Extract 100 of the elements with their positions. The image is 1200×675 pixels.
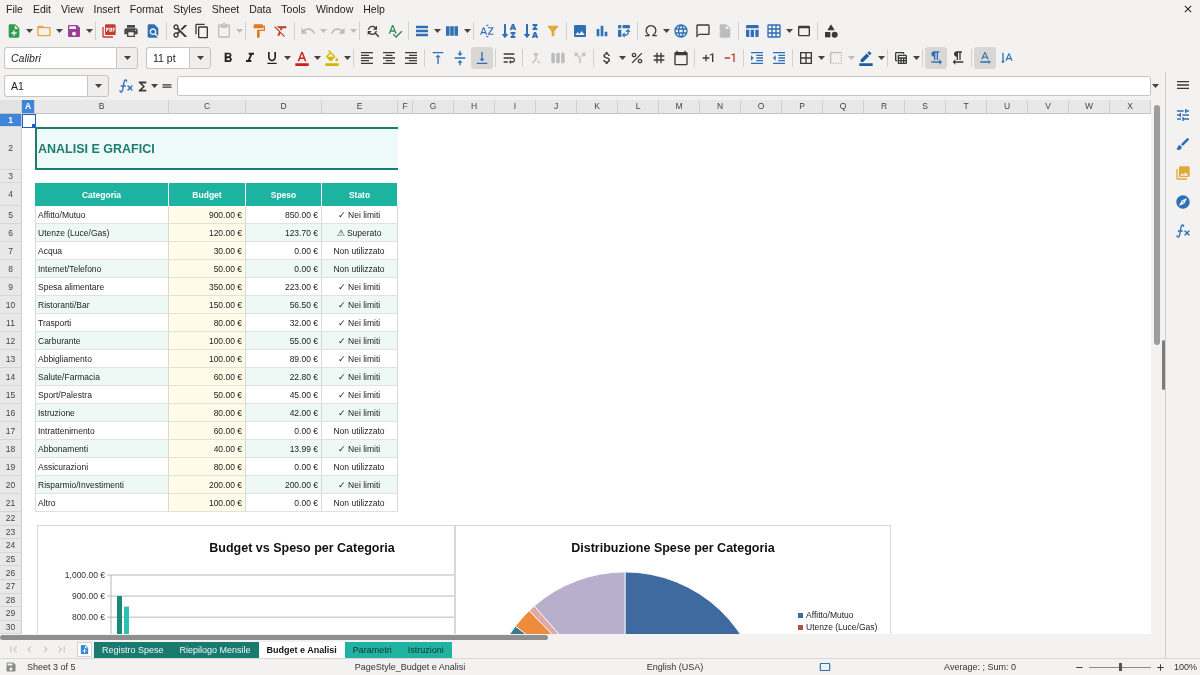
column-header[interactable]: B [35,100,169,114]
caret-icon[interactable] [433,29,441,33]
row-header[interactable]: 3 [0,170,22,183]
caret-icon[interactable] [662,29,670,33]
caret-icon[interactable] [618,56,626,60]
row-header[interactable]: 19 [0,458,22,476]
row-header[interactable]: 1 [0,114,22,127]
row-header[interactable]: 15 [0,386,22,404]
row-header[interactable]: 9 [0,278,22,296]
sheet-tab[interactable]: Budget e Analisi [258,641,345,658]
text-direction-button[interactable] [974,47,996,69]
menu-item[interactable]: File [1,2,28,16]
caret-icon[interactable] [313,56,321,60]
caret-icon[interactable] [283,56,291,60]
sheet-tab[interactable]: Istruzioni [399,641,452,658]
scrollbar-thumb[interactable] [1154,105,1160,345]
column-header[interactable]: N [700,100,741,114]
left-to-right-button[interactable] [925,47,947,69]
column-header[interactable]: R [864,100,905,114]
plus-icon[interactable] [1155,661,1166,673]
column-header[interactable]: L [618,100,659,114]
column-header[interactable]: M [659,100,700,114]
column-header[interactable]: S [905,100,946,114]
column-header[interactable]: I [495,100,536,114]
formula-input-field[interactable] [177,76,1151,96]
column-header[interactable]: C [169,100,246,114]
caret-icon[interactable] [343,56,351,60]
row-header[interactable]: 14 [0,368,22,386]
sheet-tab[interactable]: Parametri [344,641,400,658]
font-name-field[interactable]: Calibri [4,47,116,69]
menu-item[interactable]: Sheet [206,2,245,16]
menu-item[interactable]: Window [310,2,359,16]
sheet-tab[interactable]: Riepilogo Mensile [171,641,259,658]
column-header[interactable]: T [946,100,987,114]
caret-icon[interactable] [463,29,471,33]
column-header[interactable]: Q [823,100,864,114]
menu-item[interactable]: Help [358,2,390,16]
column-header[interactable]: D [246,100,322,114]
font-name-dropdown-button[interactable] [116,47,138,69]
caret-icon[interactable] [85,29,93,33]
caret-icon[interactable] [912,56,920,60]
caret-icon[interactable] [1151,84,1159,88]
row-header[interactable]: 2 [0,127,22,170]
caret-icon[interactable] [150,84,158,88]
column-header[interactable]: A [22,100,35,114]
table-cell: Trasporti [35,314,169,332]
menu-item[interactable]: Data [244,2,277,16]
row-header[interactable]: 4 [0,183,22,206]
column-header[interactable]: G [413,100,454,114]
row-header[interactable]: 17 [0,422,22,440]
add-sheet-button[interactable] [77,642,92,657]
column-header[interactable]: P [782,100,823,114]
column-header[interactable]: K [577,100,618,114]
column-header[interactable]: V [1028,100,1069,114]
scrollbar-thumb[interactable] [0,635,548,640]
align-bottom-button[interactable] [471,47,493,69]
menu-item[interactable]: View [56,2,89,16]
column-header[interactable]: W [1069,100,1110,114]
column-header[interactable]: E [322,100,398,114]
caret-icon[interactable] [785,29,793,33]
name-box-field[interactable]: A1 [4,75,87,97]
column-header[interactable]: J [536,100,577,114]
font-size-field[interactable]: 11 pt [146,47,189,69]
row-header[interactable]: 21 [0,494,22,512]
row-header[interactable]: 18 [0,440,22,458]
menu-item[interactable]: Edit [27,2,56,16]
row-header[interactable]: 10 [0,296,22,314]
column-header[interactable]: H [454,100,495,114]
column-header[interactable]: F [398,100,413,114]
row-header[interactable]: 24 [0,539,22,553]
row-header[interactable]: 11 [0,314,22,332]
caret-icon[interactable] [877,56,885,60]
row-header[interactable]: 13 [0,350,22,368]
menu-item[interactable]: Tools [276,2,311,16]
sheet-tab[interactable]: Registro Spese [94,641,172,658]
row-header[interactable]: 12 [0,332,22,350]
zoom-slider-thumb[interactable] [1119,663,1122,671]
row-header[interactable]: 16 [0,404,22,422]
row-header[interactable]: 29 [0,607,22,621]
menu-item[interactable]: Format [124,2,169,16]
column-header[interactable]: O [741,100,782,114]
name-box-dropdown-button[interactable] [87,75,109,97]
row-header[interactable]: 7 [0,242,22,260]
menu-item[interactable]: Insert [88,2,125,16]
row-header[interactable]: 8 [0,260,22,278]
row-header[interactable]: 6 [0,224,22,242]
menu-item[interactable]: Styles [168,2,207,16]
font-size-dropdown-button[interactable] [189,47,211,69]
row-header[interactable]: 5 [0,206,22,224]
table-cell: 900.00 € [169,206,246,224]
sidebar-grip[interactable] [1162,340,1165,390]
column-header[interactable]: X [1110,100,1151,114]
caret-icon[interactable] [55,29,63,33]
row-header[interactable]: 22 [0,512,22,526]
row-header[interactable]: 20 [0,476,22,494]
caret-icon[interactable] [817,56,825,60]
row-header[interactable]: 26 [0,566,22,580]
caret-icon[interactable] [25,29,33,33]
column-header[interactable]: U [987,100,1028,114]
function-icon[interactable] [118,78,134,94]
